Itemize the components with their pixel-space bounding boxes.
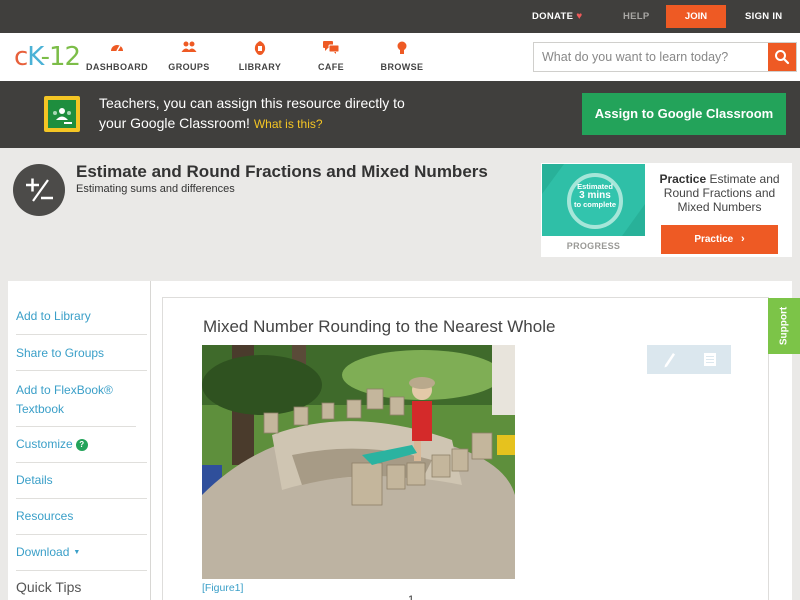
sidebar: Add to Library Share to Groups Add to Fl…: [8, 281, 150, 600]
assign-to-google-classroom-button[interactable]: Assign to Google Classroom: [582, 93, 786, 135]
to-complete-label: to complete: [573, 200, 617, 209]
cafe-icon: [291, 41, 371, 57]
sign-in-link[interactable]: SIGN IN: [745, 11, 782, 22]
sidebar-item-share-to-groups[interactable]: Share to Groups: [16, 335, 147, 371]
support-label: Support: [778, 306, 790, 346]
section-title: Mixed Number Rounding to the Nearest Who…: [203, 317, 556, 336]
dashboard-icon: [77, 41, 157, 57]
sidebar-item-add-to-flexbook[interactable]: Add to FlexBook® Textbook: [16, 371, 136, 427]
ck12-logo[interactable]: cK-12: [14, 42, 81, 72]
math-fragment: 1: [408, 594, 415, 600]
help-link[interactable]: HELP: [623, 11, 650, 22]
sidebar-item-download[interactable]: Download ▼: [16, 535, 147, 571]
groups-icon: [149, 41, 229, 57]
concept-title: Estimate and Round Fractions and Mixed N…: [76, 162, 488, 181]
sandcastle-photo: [202, 345, 515, 579]
main-content: Mixed Number Rounding to the Nearest Who…: [150, 281, 792, 600]
caret-down-icon: ▼: [73, 549, 81, 556]
logo-c: c: [14, 42, 28, 72]
concept-subtitle: Estimating sums and differences: [76, 183, 235, 195]
heart-icon: ♥: [576, 11, 583, 22]
notes-icon: [704, 353, 716, 366]
practice-description: Practice Estimate and Round Fractions an…: [653, 172, 786, 214]
donate-link[interactable]: DONATE ♥: [532, 11, 582, 22]
sidebar-item-resources[interactable]: Resources: [16, 499, 147, 535]
progress-label[interactable]: PROGRESS: [542, 241, 645, 251]
nav-label: LIBRARY: [238, 62, 282, 72]
lesson-panel: Mixed Number Rounding to the Nearest Who…: [162, 297, 769, 600]
sidebar-item-add-to-library[interactable]: Add to Library: [16, 298, 147, 335]
highlight-tool-button[interactable]: [647, 345, 689, 374]
download-label: Download: [16, 545, 70, 559]
nav-item-cafe[interactable]: CAFE: [291, 41, 371, 72]
support-tab[interactable]: Support: [768, 298, 800, 354]
google-classroom-icon: [44, 96, 80, 132]
annotation-tools: [647, 345, 731, 374]
progress-estimate: Estimated 3 mins to complete: [567, 182, 623, 209]
banner-line-1: Teachers, you can assign this resource d…: [99, 95, 405, 111]
main-navigation: cK-12 DASHBOARD GROUPS LIBRARY CAFE BROW…: [0, 33, 800, 81]
nav-item-browse[interactable]: BROWSE: [362, 41, 442, 72]
banner-message: Teachers, you can assign this resource d…: [99, 93, 519, 134]
top-utility-bar: DONATE ♥ HELP JOIN SIGN IN: [0, 0, 800, 33]
progress-illustration: Estimated 3 mins to complete: [542, 164, 645, 236]
logo-12: -12: [40, 42, 81, 72]
sidebar-item-details[interactable]: Details: [16, 463, 147, 499]
figure-caption[interactable]: [Figure1]: [202, 582, 243, 594]
donate-label: DONATE: [532, 11, 574, 22]
what-is-this-link[interactable]: What is this?: [254, 117, 323, 131]
join-button[interactable]: JOIN: [666, 5, 726, 28]
chevron-right-icon: ›: [741, 233, 745, 245]
practice-card: Estimated 3 mins to complete PROGRESS Pr…: [541, 163, 792, 257]
customize-label: Customize: [16, 437, 73, 451]
pencil-icon: [664, 353, 675, 368]
help-icon[interactable]: ?: [75, 439, 88, 451]
practice-button[interactable]: Practice ›: [661, 225, 778, 254]
search-box: [533, 42, 797, 72]
nav-item-dashboard[interactable]: DASHBOARD: [77, 41, 157, 72]
banner-line-2: your Google Classroom! What is this?: [99, 113, 519, 134]
logo-k: K: [27, 42, 41, 72]
practice-bold: Practice: [659, 172, 707, 186]
nav-label: CAFE: [317, 62, 345, 72]
plus-minus-icon: [13, 164, 65, 216]
search-icon: [775, 50, 790, 65]
nav-item-library[interactable]: LIBRARY: [220, 41, 300, 72]
nav-label: GROUPS: [168, 62, 210, 72]
google-classroom-banner: Teachers, you can assign this resource d…: [0, 81, 800, 148]
search-input[interactable]: [534, 43, 770, 71]
nav-item-groups[interactable]: GROUPS: [149, 41, 229, 72]
estimated-minutes: 3 mins: [579, 190, 611, 201]
search-button[interactable]: [768, 43, 796, 71]
practice-button-label: Practice: [694, 234, 734, 245]
library-icon: [220, 41, 300, 57]
quick-tips-heading: Quick Tips: [16, 579, 82, 595]
nav-label: DASHBOARD: [85, 62, 149, 72]
notes-tool-button[interactable]: [689, 345, 731, 374]
sidebar-item-customize[interactable]: Customize?: [16, 427, 147, 463]
nav-label: BROWSE: [380, 62, 424, 72]
browse-icon: [362, 41, 442, 57]
banner-line-2-text: your Google Classroom!: [99, 115, 250, 131]
